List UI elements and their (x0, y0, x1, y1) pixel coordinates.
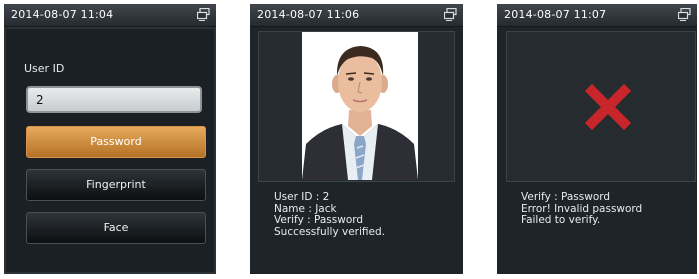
status-bar: 2014-08-07 11:06 (250, 4, 463, 27)
password-button[interactable]: Password (26, 126, 206, 158)
status-time: 2014-08-07 11:07 (504, 8, 607, 21)
fingerprint-button[interactable]: Fingerprint (26, 169, 206, 201)
face-button[interactable]: Face (26, 212, 206, 244)
network-icon (444, 8, 457, 21)
result-line-status: Failed to verify. (521, 214, 601, 226)
result-line-verify-mode: Verify : Password (521, 191, 611, 203)
status-bar: 2014-08-07 11:04 (4, 4, 216, 27)
user-portrait (302, 32, 418, 180)
screen-verify-success: 2014-08-07 11:06 User ID: 2 Name: Jack… (250, 4, 463, 274)
screen-user-id-entry: 2014-08-07 11:04 User ID 2 Password Fing… (4, 4, 216, 274)
network-icon (197, 8, 210, 21)
user-photo (302, 32, 418, 180)
result-line-status: Successfully verified. (274, 225, 385, 238)
verify-result-text: User ID : 2 Name : Jack Verify : Passwor… (274, 191, 385, 238)
result-line-verify-mode: Verify : Password (274, 214, 364, 226)
user-id-input[interactable]: 2 (26, 86, 202, 113)
result-line-user-id: User ID : 2 (274, 191, 330, 203)
status-time: 2014-08-07 11:04 (11, 8, 114, 21)
network-icon (678, 8, 691, 21)
screen-verify-failed: 2014-08-07 11:07 Verify : Password Error… (497, 4, 697, 274)
status-bar: 2014-08-07 11:07 (497, 4, 697, 27)
verify-result-text: Verify : Password Error! Invalid passwor… (521, 191, 642, 227)
red-x-icon (585, 84, 631, 130)
status-time: 2014-08-07 11:06 (257, 8, 360, 21)
user-id-label: User ID (24, 62, 65, 75)
